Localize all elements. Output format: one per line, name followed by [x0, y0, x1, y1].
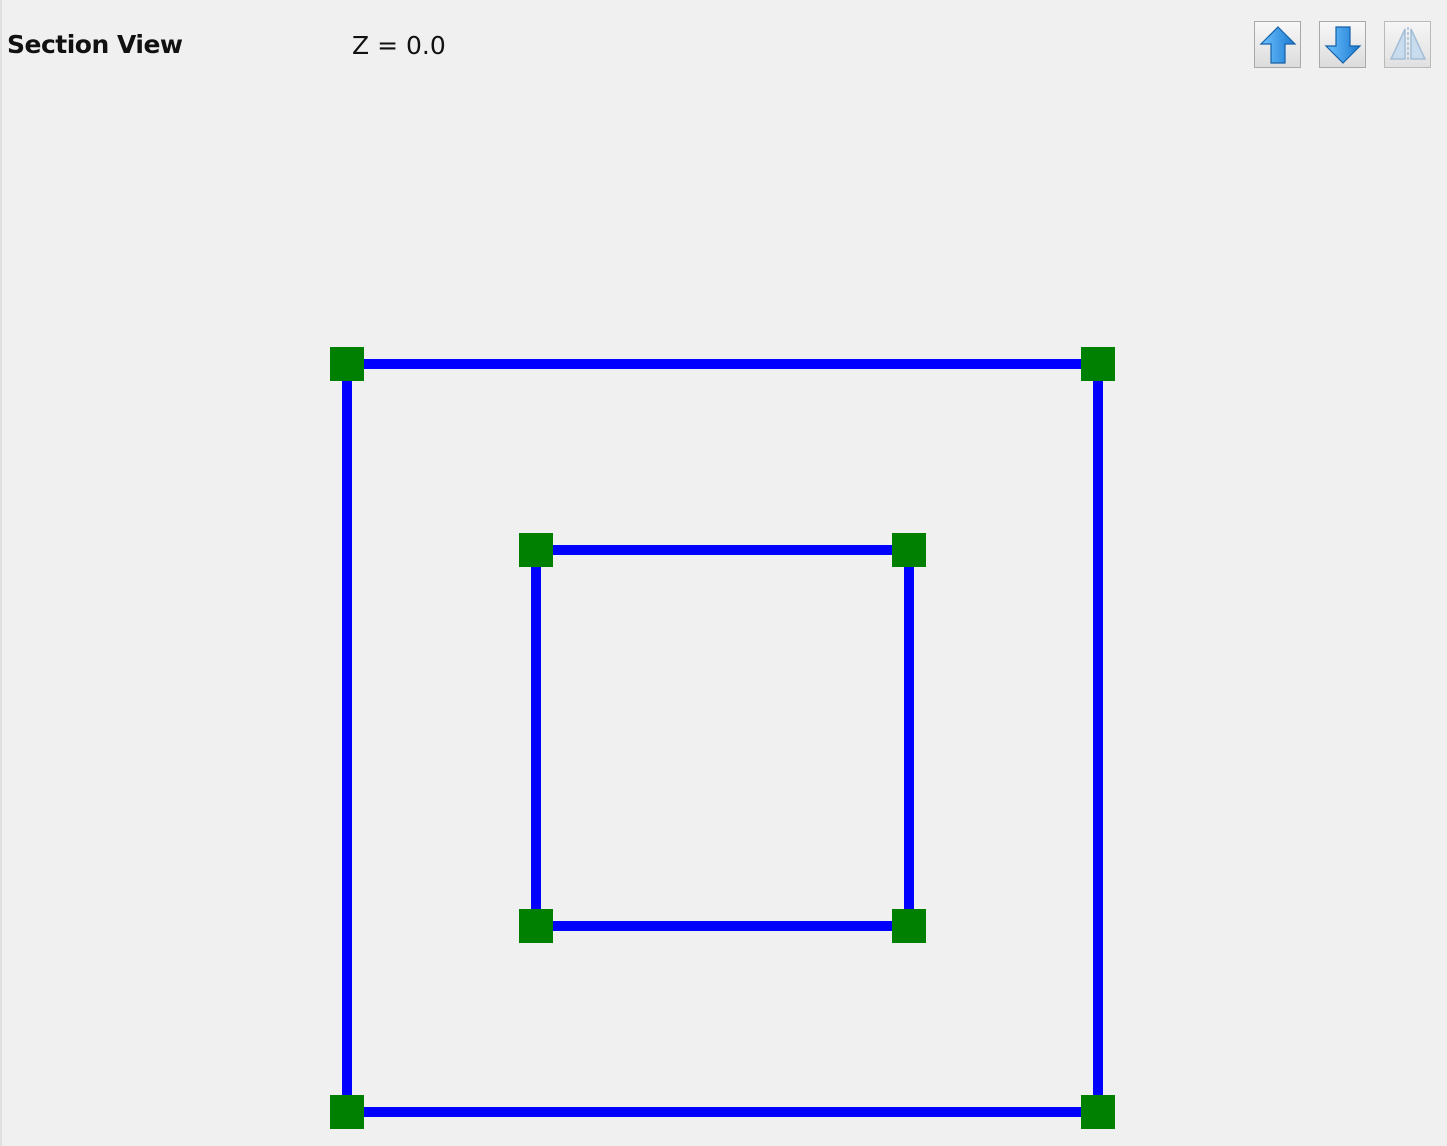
inner-vertex-bottom-left[interactable] [519, 909, 553, 943]
section-canvas[interactable] [2, 0, 1447, 1146]
outer-vertex-top-left[interactable] [330, 347, 364, 381]
outer-vertex-top-right[interactable] [1081, 347, 1115, 381]
inner-vertex-top-left[interactable] [519, 533, 553, 567]
outer-vertex-bottom-left[interactable] [330, 1095, 364, 1129]
inner-vertex-bottom-right[interactable] [892, 909, 926, 943]
outer-vertex-bottom-right[interactable] [1081, 1095, 1115, 1129]
section-view-panel: Section View Z = 0.0 [0, 0, 1447, 1146]
inner-vertex-top-right[interactable] [892, 533, 926, 567]
